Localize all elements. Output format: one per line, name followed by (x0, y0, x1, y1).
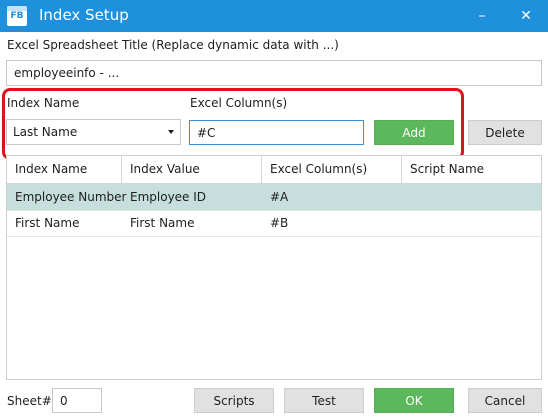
spreadsheet-title-label: Excel Spreadsheet Title (Replace dynamic… (7, 38, 339, 52)
test-button[interactable]: Test (284, 388, 364, 413)
cell-index-value: First Name (130, 216, 195, 230)
table-row[interactable]: Employee Number Employee ID #A (7, 184, 541, 211)
index-grid[interactable]: Index Name Index Value Excel Column(s) S… (6, 155, 542, 380)
window-title: Index Setup (39, 6, 129, 24)
delete-button[interactable]: Delete (468, 120, 542, 145)
sheet-number-label: Sheet# (7, 394, 52, 408)
app-icon: FB (7, 6, 27, 26)
title-bar: FB Index Setup – ✕ (0, 0, 548, 32)
cell-index-name: First Name (15, 216, 80, 230)
close-button[interactable]: ✕ (504, 0, 548, 32)
grid-header: Index Name Index Value Excel Column(s) S… (7, 156, 541, 184)
minimize-icon: – (478, 8, 486, 24)
cell-excel-column: #B (270, 216, 289, 230)
column-header-index-name[interactable]: Index Name (7, 156, 122, 183)
minimize-button[interactable]: – (460, 0, 504, 32)
column-header-excel-column[interactable]: Excel Column(s) (262, 156, 402, 183)
highlight-annotation (2, 88, 464, 160)
spreadsheet-title-value: employeeinfo - ... (14, 66, 120, 80)
column-header-script-name[interactable]: Script Name (402, 156, 541, 183)
cell-index-name: Employee Number (15, 190, 127, 204)
sheet-number-value: 0 (60, 393, 68, 408)
cell-script-name (402, 210, 541, 236)
table-row[interactable]: First Name First Name #B (7, 210, 541, 237)
ok-button[interactable]: OK (374, 388, 454, 413)
cell-excel-column: #A (270, 190, 289, 204)
sheet-number-input[interactable]: 0 (52, 388, 102, 413)
cancel-button[interactable]: Cancel (468, 388, 542, 413)
column-header-index-value[interactable]: Index Value (122, 156, 262, 183)
cell-script-name (402, 184, 541, 210)
cell-index-value: Employee ID (130, 190, 207, 204)
spreadsheet-title-input[interactable]: employeeinfo - ... (6, 60, 542, 86)
close-icon: ✕ (520, 8, 532, 24)
scripts-button[interactable]: Scripts (194, 388, 274, 413)
